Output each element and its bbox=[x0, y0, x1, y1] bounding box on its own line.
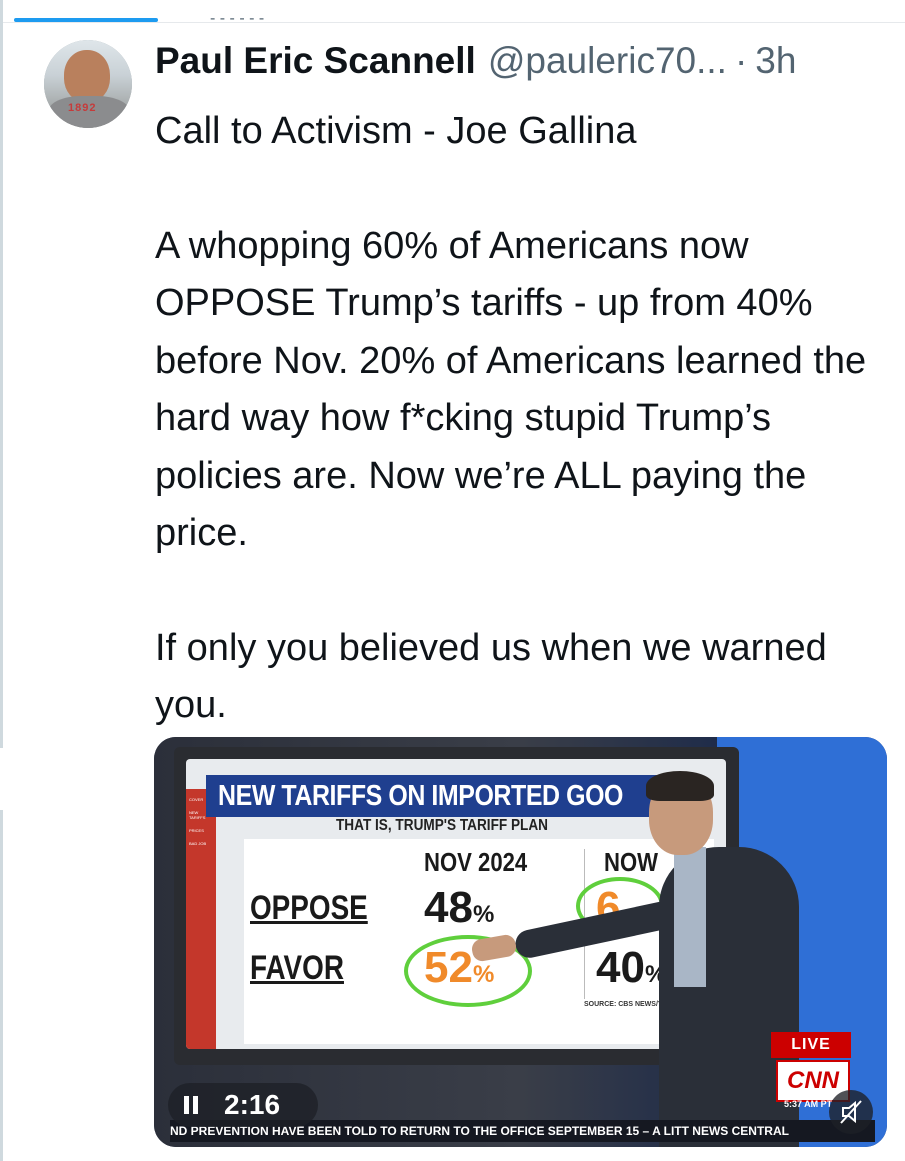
graphic-headline: NEW TARIFFS ON IMPORTED GOO bbox=[206, 775, 666, 817]
presenter-hair bbox=[646, 771, 714, 801]
graphic-sidebar: COVER NEW TARIFFS PRICES BAD JOB bbox=[186, 789, 216, 1049]
playback-controls: 2:16 bbox=[168, 1083, 318, 1127]
favor-now-value: 40% bbox=[596, 943, 666, 993]
separator: · bbox=[734, 40, 748, 81]
percent-sign: % bbox=[472, 901, 495, 928]
graphic-sidebar-item: PRICES bbox=[189, 828, 204, 833]
avatar-shirt-text: 1892 bbox=[68, 102, 97, 114]
row-label-favor: FAVOR bbox=[250, 949, 344, 987]
favor-now-number: 40 bbox=[596, 943, 645, 992]
column-header-nov-2024: NOV 2024 bbox=[424, 847, 528, 877]
divider bbox=[0, 22, 905, 23]
graphic-sidebar-item: BAD JOB bbox=[189, 841, 207, 846]
post-paragraph-2: A whopping 60% of Americans now OPPOSE T… bbox=[155, 224, 877, 555]
row-label-oppose: OPPOSE bbox=[250, 889, 368, 927]
thread-line-lower bbox=[0, 810, 3, 1161]
post-header: Paul Eric Scannell @pauleric70... · 3h bbox=[155, 40, 796, 84]
broadcast-clock: 5:37 AM PT bbox=[784, 1099, 833, 1109]
avatar[interactable]: 1892 bbox=[44, 40, 132, 128]
mute-icon bbox=[840, 1100, 862, 1124]
post-time[interactable]: 3h bbox=[755, 40, 796, 82]
video-player[interactable]: COVER NEW TARIFFS PRICES BAD JOB NEW TAR… bbox=[154, 737, 887, 1147]
author-handle[interactable]: @pauleric70... bbox=[488, 40, 727, 82]
graphic-subhead: THAT IS, TRUMP'S TARIFF PLAN bbox=[336, 817, 549, 834]
mute-button[interactable] bbox=[829, 1090, 873, 1134]
column-header-now: NOW bbox=[604, 847, 659, 877]
pause-icon[interactable] bbox=[176, 1090, 206, 1120]
live-badge: LIVE bbox=[771, 1032, 851, 1058]
previous-post-fragment: - - - - - - bbox=[210, 10, 265, 22]
post-text: Call to Activism - Joe Gallina A whoppin… bbox=[155, 103, 885, 735]
oppose-nov-number: 48 bbox=[424, 883, 473, 932]
post-paragraph-1: Call to Activism - Joe Gallina bbox=[155, 110, 637, 152]
author-name[interactable]: Paul Eric Scannell bbox=[155, 40, 476, 82]
post-paragraph-3: If only you believed us when we warned y… bbox=[155, 626, 838, 727]
oppose-nov-value: 48% bbox=[424, 883, 494, 933]
thread-line bbox=[0, 0, 3, 748]
presenter-shirt bbox=[674, 847, 706, 987]
video-duration: 2:16 bbox=[224, 1089, 281, 1120]
